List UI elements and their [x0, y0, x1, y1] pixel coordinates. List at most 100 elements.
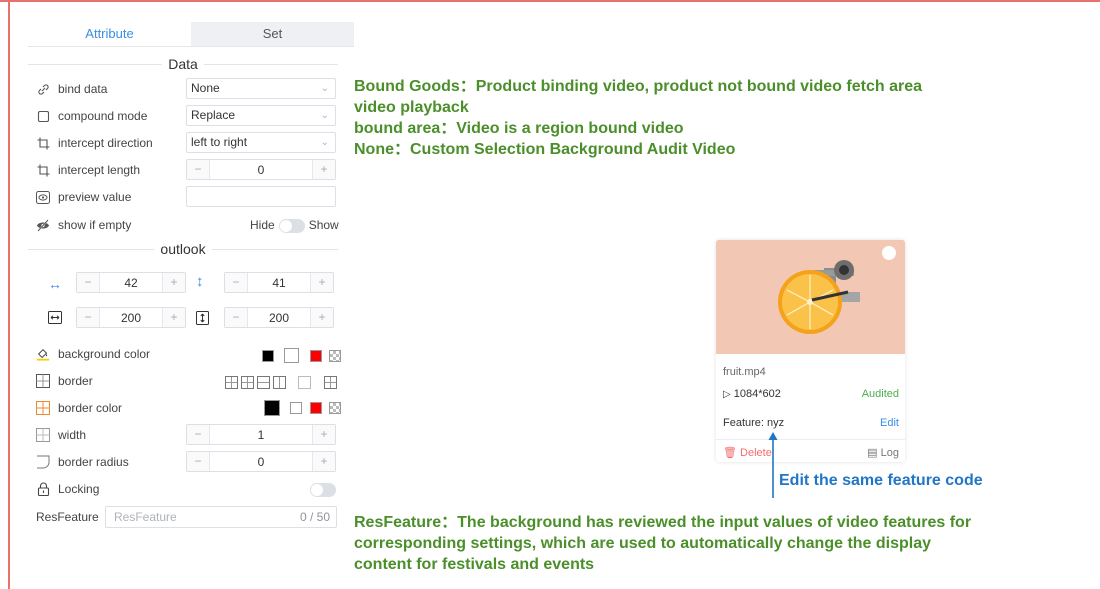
intercept-direction-select[interactable]: left to right ⌄ — [186, 132, 336, 153]
play-circle-icon: ▷ — [723, 389, 731, 400]
border-width-stepper[interactable]: − 1 + — [186, 424, 336, 445]
video-card[interactable]: fruit.mp4 ▷ 1084*602 Audited Feature: ny… — [716, 240, 905, 462]
swatch-red[interactable] — [309, 349, 322, 362]
border-horizontal-option-icon[interactable] — [257, 376, 270, 390]
show-if-empty-toggle[interactable] — [278, 218, 305, 233]
border-radius-value[interactable]: 0 — [210, 455, 312, 469]
decrement-button[interactable]: − — [77, 308, 100, 327]
height-value[interactable]: 200 — [248, 311, 310, 325]
tab-set[interactable]: Set — [191, 22, 354, 46]
pointer-arrow-icon — [768, 432, 778, 498]
border-width-value[interactable]: 1 — [210, 428, 312, 442]
intercept-length-value[interactable]: 0 — [210, 163, 312, 177]
border-none-option-icon[interactable] — [298, 376, 312, 390]
chevron-down-icon: ⌄ — [320, 83, 329, 94]
intercept-length-stepper[interactable]: − 0 + — [186, 159, 336, 180]
bound-goods-line-2: video playback — [354, 99, 469, 116]
increment-button[interactable]: + — [310, 273, 333, 292]
bound-area-line: bound area：Video is a region bound video — [354, 120, 684, 137]
swatch-transparent[interactable] — [329, 401, 342, 414]
decrement-button[interactable]: − — [187, 160, 210, 179]
border-radius-label: border radius — [58, 455, 129, 469]
decrement-button[interactable]: − — [187, 452, 210, 471]
res-feature-line-3: content for festivals and events — [354, 556, 595, 573]
delete-button[interactable]: 🗑︎ Delete — [723, 446, 772, 459]
link-icon — [36, 82, 50, 96]
x-position-stepper[interactable]: − 42 + — [76, 272, 186, 293]
background-color-label: background color — [58, 347, 151, 361]
bind-data-label: bind data — [58, 82, 108, 96]
increment-button[interactable]: + — [162, 273, 185, 292]
border-radius-icon — [36, 455, 50, 469]
res-feature-label: ResFeature — [36, 510, 99, 524]
none-note-line: None：Custom Selection Background Audit V… — [354, 141, 736, 158]
intercept-direction-label: intercept direction — [58, 136, 153, 150]
decrement-button[interactable]: − — [77, 273, 100, 292]
border-vertical-option-icon[interactable] — [273, 376, 286, 390]
hide-label: Hide — [250, 218, 275, 232]
frame-top-border — [0, 0, 1100, 2]
border-color-label: border color — [58, 401, 123, 415]
border-color-icon — [36, 401, 50, 415]
preview-icon — [36, 190, 50, 204]
border-inner-option-icon[interactable] — [241, 376, 254, 390]
border-radius-stepper[interactable]: − 0 + — [186, 451, 336, 472]
tab-attribute[interactable]: Attribute — [28, 22, 191, 46]
edit-feature-link[interactable]: Edit — [880, 417, 899, 429]
res-feature-line-1: ResFeature：The background has reviewed t… — [354, 514, 972, 531]
width-stepper[interactable]: − 200 + — [76, 307, 186, 328]
increment-button[interactable]: + — [312, 452, 335, 471]
x-position-value[interactable]: 42 — [100, 276, 162, 290]
card-divider — [716, 439, 905, 440]
border-options — [222, 374, 337, 392]
increment-button[interactable]: + — [312, 425, 335, 444]
height-stepper[interactable]: − 200 + — [224, 307, 334, 328]
decrement-button[interactable]: − — [225, 308, 248, 327]
res-feature-counter: 0 / 50 — [299, 510, 330, 524]
border-all-option-icon[interactable] — [225, 376, 238, 390]
compound-mode-select[interactable]: Replace ⌄ — [186, 105, 336, 126]
crop-icon — [36, 136, 50, 150]
swatch-white[interactable] — [284, 348, 300, 364]
bound-goods-line-1: Bound Goods：Product binding video, produ… — [354, 78, 922, 95]
video-thumbnail[interactable] — [716, 240, 905, 354]
swatch-white[interactable] — [290, 401, 303, 414]
video-resolution: 1084*602 — [733, 388, 781, 400]
card-actions: 🗑︎ Delete ▤ Log — [723, 446, 899, 459]
swatch-red[interactable] — [309, 401, 322, 414]
swatch-transparent[interactable] — [329, 349, 342, 362]
log-label: Log — [880, 447, 899, 459]
border-label: border — [58, 374, 93, 388]
locking-toggle[interactable] — [310, 483, 336, 497]
width-resize-icon — [48, 311, 62, 329]
border-width-label: width — [58, 428, 87, 442]
crop-icon — [36, 163, 50, 177]
properties-panel: Attribute Set Data bind data None ⌄ comp… — [28, 22, 354, 532]
y-position-value[interactable]: 41 — [248, 276, 310, 290]
bind-data-select[interactable]: None ⌄ — [186, 78, 336, 99]
log-button[interactable]: ▤ Log — [867, 446, 899, 459]
trash-icon: 🗑︎ — [723, 447, 737, 459]
lock-icon — [36, 482, 50, 496]
locking-label: Locking — [58, 482, 100, 496]
res-feature-input[interactable]: ResFeature 0 / 50 — [105, 506, 337, 528]
section-outlook: outlook — [28, 239, 338, 259]
increment-button[interactable]: + — [312, 160, 335, 179]
show-if-empty-switch-group: Hide Show — [250, 214, 339, 236]
preview-value-input[interactable] — [186, 186, 336, 207]
increment-button[interactable]: + — [162, 308, 185, 327]
preview-value-label: preview value — [58, 190, 132, 204]
swatch-black[interactable] — [264, 399, 280, 416]
border-outer-option-icon[interactable] — [323, 376, 337, 390]
swatch-black[interactable] — [262, 349, 274, 362]
y-position-stepper[interactable]: − 41 + — [224, 272, 334, 293]
show-if-empty-label: show if empty — [58, 218, 132, 232]
frame-left-border — [8, 0, 10, 589]
res-feature-placeholder: ResFeature — [114, 510, 177, 524]
section-data: Data — [28, 54, 339, 74]
decrement-button[interactable]: − — [187, 425, 210, 444]
width-value[interactable]: 200 — [100, 311, 162, 325]
increment-button[interactable]: + — [310, 308, 333, 327]
chevron-down-icon: ⌄ — [320, 110, 329, 121]
decrement-button[interactable]: − — [225, 273, 248, 292]
